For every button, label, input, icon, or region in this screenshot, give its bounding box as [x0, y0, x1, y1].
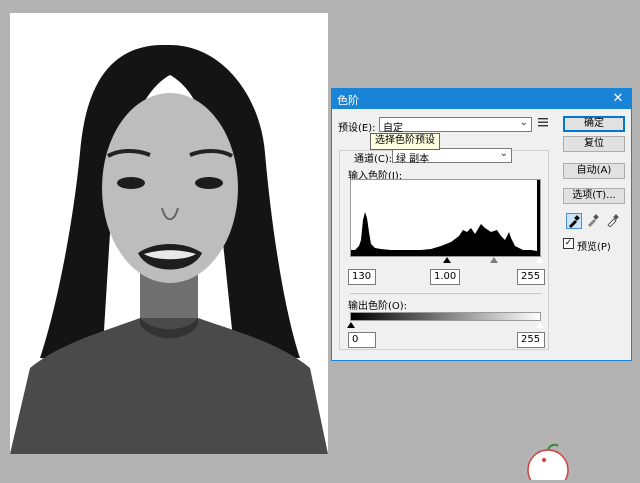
histogram-graph [351, 180, 540, 256]
output-levels-label: 输出色阶(O): [348, 301, 408, 312]
separator [350, 293, 541, 294]
watermark-logo [520, 440, 580, 483]
preset-value: 自定 [383, 123, 403, 134]
portrait-photo [10, 13, 328, 454]
white-point-handle[interactable] [535, 256, 545, 264]
channel-value: 绿 副本 [396, 154, 430, 165]
output-black-handle[interactable] [347, 322, 355, 328]
input-white-field[interactable]: 255 [517, 269, 545, 285]
auto-button[interactable]: 自动(A) [563, 163, 625, 179]
dialog-title: 色阶 [337, 94, 359, 107]
chevron-down-icon: ⌄ [519, 117, 528, 128]
chevron-down-icon: ⌄ [499, 148, 508, 159]
options-button[interactable]: 选项(T)... [563, 188, 625, 204]
gamma-handle[interactable] [490, 257, 498, 263]
black-eyedropper-icon[interactable] [566, 213, 582, 229]
output-white-handle[interactable] [535, 321, 545, 329]
preview-checkbox[interactable]: ✓ [563, 238, 574, 249]
preview-label: 预览(P) [577, 242, 611, 253]
preset-tooltip: 选择色阶预设 [370, 133, 440, 150]
input-black-field[interactable]: 130 [348, 269, 376, 285]
ok-button[interactable]: 确定 [563, 116, 625, 132]
dialog-titlebar[interactable]: 色阶 ✕ [332, 89, 631, 109]
output-gradient [350, 312, 541, 321]
levels-dialog: 色阶 ✕ 预设(E): 自定 ⌄ 通道(C): 绿 副本 ⌄ 选择色阶预设 输入… [331, 88, 632, 361]
histogram [350, 179, 541, 257]
input-slider[interactable] [350, 256, 545, 267]
preset-label: 预设(E): [338, 123, 376, 134]
output-black-field[interactable]: 0 [348, 332, 376, 348]
close-icon[interactable]: ✕ [605, 89, 631, 109]
channel-label: 通道(C): [354, 154, 393, 165]
white-eyedropper-icon[interactable] [606, 213, 622, 229]
output-slider[interactable] [347, 321, 545, 332]
reset-button[interactable]: 复位 [563, 136, 625, 152]
black-point-handle[interactable] [443, 257, 451, 263]
list-menu-icon[interactable] [538, 117, 548, 130]
image-canvas [10, 13, 328, 454]
gray-eyedropper-icon[interactable] [586, 213, 602, 229]
channel-select[interactable]: 绿 副本 ⌄ [392, 148, 512, 165]
input-gamma-field[interactable]: 1.00 [430, 269, 460, 285]
output-white-field[interactable]: 255 [517, 332, 545, 348]
preset-select[interactable]: 自定 ⌄ [379, 117, 532, 134]
